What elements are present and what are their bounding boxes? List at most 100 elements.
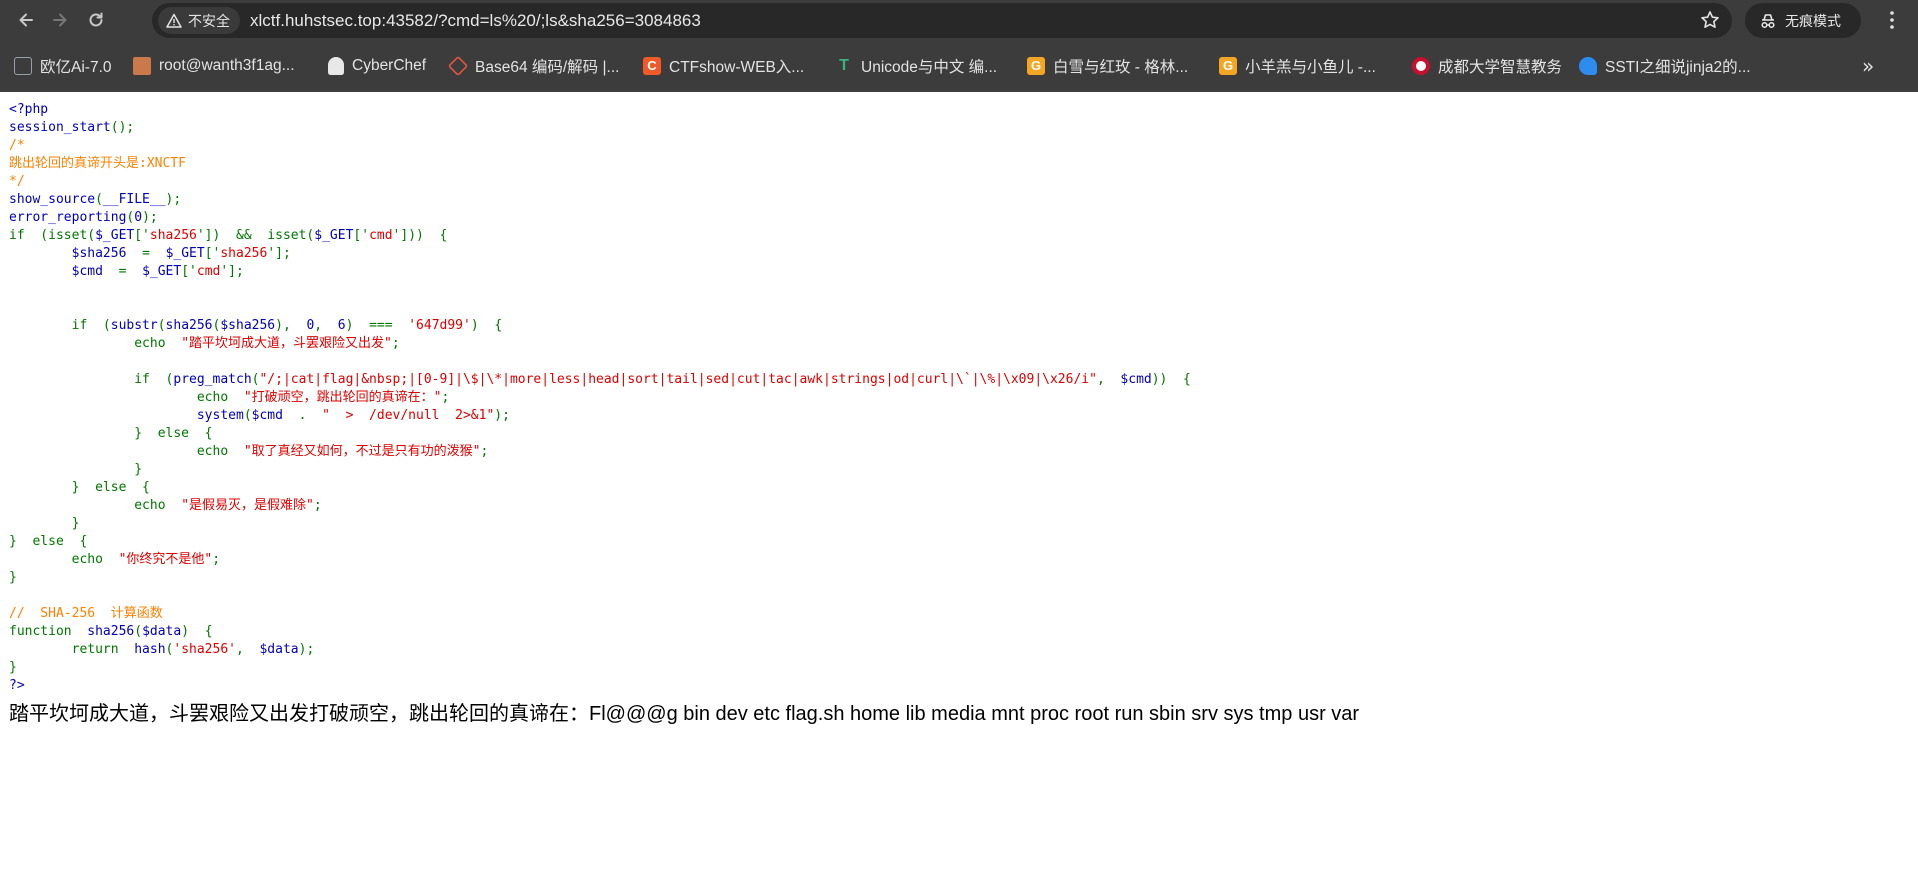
code-token: $sha256 bbox=[71, 246, 143, 261]
code-token: $_GET bbox=[165, 246, 205, 261]
code-line: if (substr(sha256($sha256), 0, 6) === '6… bbox=[9, 317, 1909, 335]
code-token: echo bbox=[9, 444, 244, 459]
security-chip[interactable]: 不安全 bbox=[158, 7, 240, 34]
code-token: $sha256 bbox=[220, 318, 276, 333]
code-token: <?php bbox=[9, 102, 49, 117]
code-token: " > /dev/null 2>&1" bbox=[322, 408, 495, 423]
bookmark-star-button[interactable] bbox=[1700, 10, 1720, 34]
code-token: ( bbox=[157, 318, 166, 333]
code-token: ?> bbox=[9, 678, 25, 693]
code-line: echo "是假易灭，是假难除"; bbox=[9, 497, 1909, 515]
bookmark-item[interactable]: G 小羊羔与小鱼儿 -... bbox=[1219, 40, 1376, 92]
cube-icon bbox=[447, 55, 469, 77]
code-token: ; bbox=[313, 498, 322, 513]
code-token: echo bbox=[9, 552, 119, 567]
code-token: $_GET bbox=[314, 228, 354, 243]
code-token: ']; bbox=[267, 246, 291, 261]
code-token: } bbox=[9, 660, 17, 675]
forward-button[interactable] bbox=[46, 6, 74, 34]
code-line: } bbox=[9, 659, 1909, 677]
code-token: ); bbox=[494, 408, 510, 423]
code-line: if (isset($_GET['sha256']) && isset($_GE… bbox=[9, 227, 1909, 245]
g-logo-icon: G bbox=[1027, 57, 1045, 75]
code-line: } else { bbox=[9, 479, 1909, 497]
t-logo-icon: T bbox=[839, 57, 849, 74]
code-token: system bbox=[196, 408, 244, 423]
code-token: "是假易灭，是假难除" bbox=[181, 498, 314, 513]
code-token: "取了真经又如何，不过是只有功的泼猴" bbox=[243, 444, 481, 459]
code-token: error_reporting bbox=[9, 210, 127, 225]
browser-menu-button[interactable] bbox=[1880, 8, 1904, 32]
code-token: = bbox=[118, 264, 143, 279]
code-line: ?> bbox=[9, 677, 1909, 695]
avatar-icon bbox=[133, 57, 151, 75]
bookmark-item[interactable]: T Unicode与中文 编... bbox=[835, 40, 997, 92]
code-line: $sha256 = $_GET['sha256']; bbox=[9, 245, 1909, 263]
code-token: $cmd bbox=[1120, 372, 1152, 387]
command-output: 踏平坎坷成大道，斗罢艰险又出发打破顽空，跳出轮回的真谛在：Fl@@@g bin … bbox=[9, 703, 1360, 725]
code-token: $cmd bbox=[71, 264, 119, 279]
code-token: [' bbox=[204, 246, 221, 261]
code-token: ']) && isset( bbox=[196, 228, 315, 243]
back-button[interactable] bbox=[12, 6, 40, 34]
code-line: return hash('sha256', $data); bbox=[9, 641, 1909, 659]
bookmark-label: 小羊羔与小鱼儿 -... bbox=[1245, 59, 1376, 76]
incognito-icon bbox=[1761, 13, 1775, 28]
code-token: if (isset( bbox=[9, 228, 96, 243]
url-text[interactable]: xlctf.huhstsec.top:43582/?cmd=ls%20/;ls&… bbox=[250, 3, 701, 38]
code-line: function sha256($data) { bbox=[9, 623, 1909, 641]
code-token: } bbox=[9, 462, 143, 477]
code-token: preg_match bbox=[173, 372, 252, 387]
c-logo-icon: C bbox=[643, 57, 661, 75]
bookmark-label: 白雪与红玫 - 格林... bbox=[1053, 59, 1189, 76]
code-token: sha256 bbox=[149, 228, 197, 243]
code-token: "打破顽空，跳出轮回的真谛在：" bbox=[243, 390, 442, 405]
code-token: '647d99' bbox=[408, 318, 471, 333]
browser-toolbar: 不安全 xlctf.huhstsec.top:43582/?cmd=ls%20/… bbox=[0, 0, 1918, 40]
code-token: ; bbox=[480, 444, 489, 459]
address-bar[interactable]: 不安全 xlctf.huhstsec.top:43582/?cmd=ls%20/… bbox=[152, 3, 1732, 38]
code-token: ']; bbox=[220, 264, 244, 279]
bookmark-item[interactable]: CyberChef bbox=[328, 40, 426, 92]
bookmark-item[interactable]: Base64 编码/解码 |... bbox=[447, 40, 619, 92]
bookmarks-overflow-button[interactable]: » bbox=[1862, 54, 1874, 78]
bookmark-item[interactable]: 欧亿Ai-7.0 bbox=[14, 40, 112, 92]
forward-arrow-icon bbox=[53, 13, 67, 27]
code-line: } else { bbox=[9, 533, 1909, 551]
code-token: ) { bbox=[470, 318, 503, 333]
bookmark-item[interactable]: G 白雪与红玫 - 格林... bbox=[1027, 40, 1188, 92]
code-line: <?php bbox=[9, 101, 1909, 119]
code-token: ; bbox=[212, 552, 221, 567]
code-token: ); bbox=[165, 192, 182, 207]
code-token: (); bbox=[110, 120, 135, 135]
code-token: )) { bbox=[1151, 372, 1191, 387]
code-token: substr bbox=[110, 318, 158, 333]
reload-button[interactable] bbox=[82, 6, 110, 34]
code-token: $_GET bbox=[142, 264, 182, 279]
code-token: ( bbox=[95, 192, 103, 207]
bookmark-item[interactable]: 成都大学智慧教务 bbox=[1412, 40, 1562, 92]
code-line: error_reporting(0); bbox=[9, 209, 1909, 227]
code-token: ; bbox=[391, 336, 400, 351]
code-token: } else { bbox=[9, 480, 150, 495]
code-token: sha256 bbox=[165, 318, 213, 333]
bookmark-label: 成都大学智慧教务 bbox=[1438, 59, 1563, 76]
code-line: */ bbox=[9, 173, 1909, 191]
chat-icon bbox=[14, 57, 32, 75]
code-line: echo "打破顽空，跳出轮回的真谛在："; bbox=[9, 389, 1909, 407]
back-arrow-icon bbox=[19, 13, 33, 27]
code-line: } bbox=[9, 515, 1909, 533]
code-token: ; bbox=[441, 390, 450, 405]
incognito-indicator[interactable]: 无痕模式 bbox=[1745, 3, 1861, 38]
code-token: // SHA-256 计算函数 bbox=[9, 606, 163, 621]
bookmark-item[interactable]: SSTI之细说jinja2的... bbox=[1579, 40, 1751, 92]
bookmark-item[interactable]: C CTFshow-WEB入... bbox=[643, 40, 804, 92]
code-line: } bbox=[9, 569, 1909, 587]
bookmark-item[interactable]: root@wanth3f1ag... bbox=[133, 40, 295, 92]
code-token: cmd bbox=[369, 228, 393, 243]
g-logo-icon: G bbox=[1219, 57, 1237, 75]
